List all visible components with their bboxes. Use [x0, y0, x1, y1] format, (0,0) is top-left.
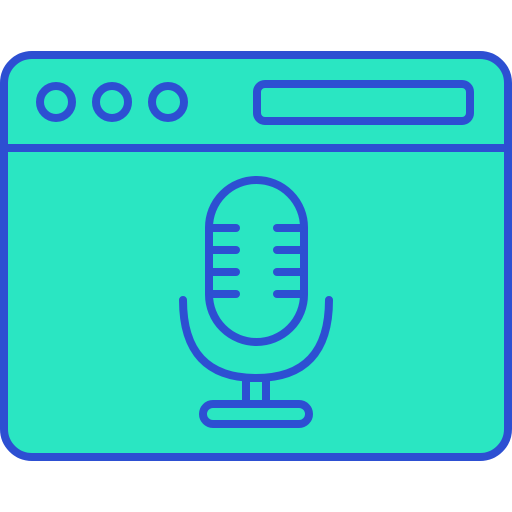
microphone-base [199, 400, 313, 428]
microphone-capsule [205, 176, 308, 346]
window-dot-icon [148, 82, 188, 122]
window-controls [36, 82, 188, 122]
address-bar-icon [253, 80, 474, 125]
window-dot-icon [36, 82, 76, 122]
browser-window-microphone-icon [0, 51, 512, 461]
window-dot-icon [92, 82, 132, 122]
icon-canvas [0, 0, 512, 512]
